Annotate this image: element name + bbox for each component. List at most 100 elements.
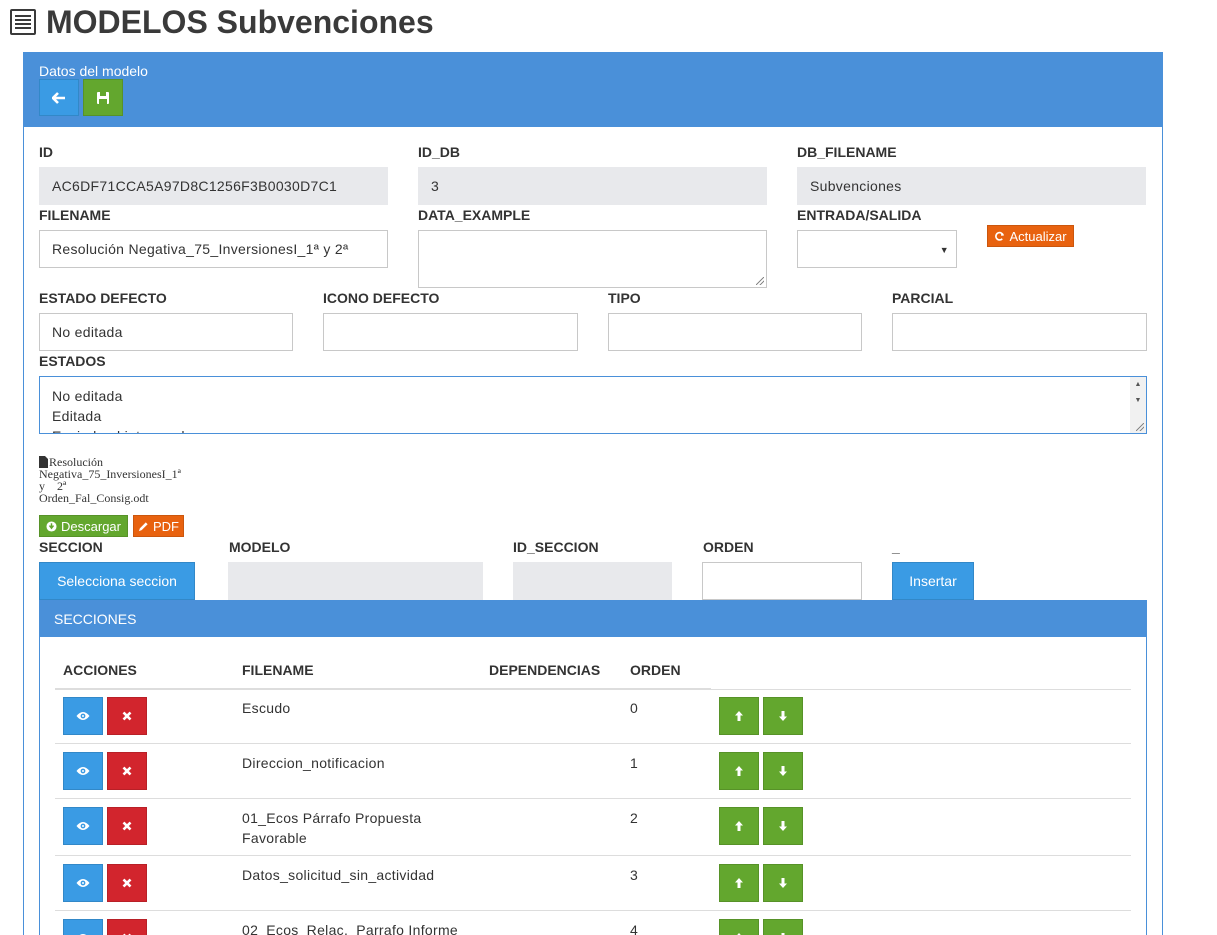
parcial-label: PARCIAL: [892, 290, 954, 306]
arrow-down-icon: [778, 765, 788, 777]
col-orden: ORDEN: [630, 662, 681, 678]
selecciona-seccion-button[interactable]: Selecciona seccion: [39, 562, 195, 600]
list-icon: [10, 9, 36, 35]
page-title-text: MODELOS Subvenciones: [46, 4, 434, 40]
move-up-button[interactable]: [719, 919, 759, 935]
move-up-button[interactable]: [719, 807, 759, 845]
secciones-header: SECCIONES: [39, 600, 1147, 637]
row-divider: [55, 855, 1131, 856]
file-name-line: Orden_Fal_Consig.odt: [39, 491, 149, 505]
filename-field[interactable]: Resolución Negativa_75_InversionesI_1ª y…: [39, 230, 388, 268]
eye-icon: [76, 766, 90, 776]
view-button[interactable]: [63, 807, 103, 845]
scroll-down-icon[interactable]: ▼: [1130, 397, 1146, 404]
arrow-down-icon: [778, 820, 788, 832]
id-db-field[interactable]: 3: [418, 167, 767, 205]
move-down-button[interactable]: [763, 697, 803, 735]
estados-line: Enviado al interesado: [52, 426, 193, 433]
pdf-button[interactable]: PDF: [133, 515, 184, 537]
row-filename-line: Datos_solicitud_sin_actividad: [242, 867, 435, 883]
scroll-up-icon[interactable]: ▲: [1130, 381, 1146, 388]
move-up-button[interactable]: [719, 864, 759, 902]
back-button[interactable]: [39, 79, 79, 116]
delete-button[interactable]: [107, 752, 147, 790]
delete-button[interactable]: [107, 864, 147, 902]
id-seccion-field[interactable]: [513, 562, 672, 600]
view-button[interactable]: [63, 864, 103, 902]
row-filename: Escudo: [242, 698, 472, 718]
modelo-label: MODELO: [229, 539, 291, 555]
panel-title: Datos del modelo: [39, 63, 148, 79]
row-divider: [55, 910, 1131, 911]
id-seccion-label: ID_SECCION: [513, 539, 599, 555]
move-down-button[interactable]: [763, 919, 803, 935]
icono-defecto-field[interactable]: [323, 313, 578, 351]
filename-label: FILENAME: [39, 207, 111, 223]
estado-defecto-field[interactable]: No editada: [39, 313, 293, 351]
view-button[interactable]: [63, 919, 103, 935]
arrow-left-icon: [52, 91, 66, 104]
row-filename-line: 01_Ecos Párrafo Propuesta: [242, 810, 422, 826]
view-button[interactable]: [63, 752, 103, 790]
id-label: ID: [39, 144, 53, 160]
col-filename: FILENAME: [242, 662, 314, 678]
entrada-salida-select[interactable]: ▼: [797, 230, 957, 268]
eye-icon: [76, 878, 90, 888]
delete-button[interactable]: [107, 807, 147, 845]
x-icon: [122, 711, 132, 721]
data-example-textarea[interactable]: [418, 230, 767, 288]
row-filename-line: 02_Ecos_Relac._Parrafo Informe: [242, 922, 458, 935]
floppy-disk-icon: [96, 91, 110, 105]
view-button[interactable]: [63, 697, 103, 735]
row-filename: Direccion_notificacion: [242, 753, 472, 773]
row-filename-line: Escudo: [242, 700, 291, 716]
x-icon: [122, 821, 132, 831]
save-button[interactable]: [83, 79, 123, 116]
actualizar-button[interactable]: Actualizar: [987, 225, 1074, 247]
page-title: MODELOS Subvenciones: [10, 4, 434, 40]
row-filename: 02_Ecos_Relac._Parrafo Informe: [242, 920, 472, 935]
secciones-title: SECCIONES: [54, 610, 137, 627]
estados-textarea[interactable]: No editada Editada Enviado al interesado…: [39, 376, 1147, 434]
row-filename: 01_Ecos Párrafo Propuesta Favorable: [242, 808, 472, 848]
id-db-label: ID_DB: [418, 144, 461, 160]
attached-file[interactable]: Resolución Negativa_75_InversionesI_1ª y…: [39, 456, 181, 504]
col-dependencias: DEPENDENCIAS: [489, 662, 601, 678]
tipo-label: TIPO: [608, 290, 641, 306]
move-up-button[interactable]: [719, 697, 759, 735]
modelo-field[interactable]: [228, 562, 483, 600]
row-filename: Datos_solicitud_sin_actividad: [242, 865, 472, 885]
id-field[interactable]: AC6DF71CCA5A97D8C1256F3B0030D7C1: [39, 167, 388, 205]
download-circle-icon: [46, 520, 57, 532]
orden-label: ORDEN: [703, 539, 754, 555]
pdf-label: PDF: [153, 518, 179, 534]
arrow-down-icon: [778, 710, 788, 722]
row-divider: [55, 743, 1131, 744]
row-filename-line: Favorable: [242, 830, 307, 846]
estados-line: No editada: [52, 388, 123, 404]
move-down-button[interactable]: [763, 864, 803, 902]
descargar-button[interactable]: Descargar: [39, 515, 128, 537]
move-down-button[interactable]: [763, 807, 803, 845]
x-icon: [122, 878, 132, 888]
actualizar-label: Actualizar: [1009, 228, 1067, 244]
data-example-label: DATA_EXAMPLE: [418, 207, 531, 223]
orden-field[interactable]: [702, 562, 862, 600]
arrow-up-icon: [734, 820, 744, 832]
arrow-up-icon: [734, 877, 744, 889]
move-down-button[interactable]: [763, 752, 803, 790]
eye-icon: [76, 711, 90, 721]
move-up-button[interactable]: [719, 752, 759, 790]
db-filename-field[interactable]: Subvenciones: [797, 167, 1146, 205]
descargar-label: Descargar: [61, 518, 121, 534]
estados-label: ESTADOS: [39, 353, 106, 369]
insertar-button[interactable]: Insertar: [892, 562, 974, 600]
delete-button[interactable]: [107, 919, 147, 935]
eye-icon: [76, 821, 90, 831]
tipo-field[interactable]: [608, 313, 862, 351]
row-filename-line: Direccion_notificacion: [242, 755, 385, 771]
parcial-field[interactable]: [892, 313, 1147, 351]
entrada-salida-label: ENTRADA/SALIDA: [797, 207, 922, 223]
row-orden: 4: [630, 922, 639, 935]
delete-button[interactable]: [107, 697, 147, 735]
